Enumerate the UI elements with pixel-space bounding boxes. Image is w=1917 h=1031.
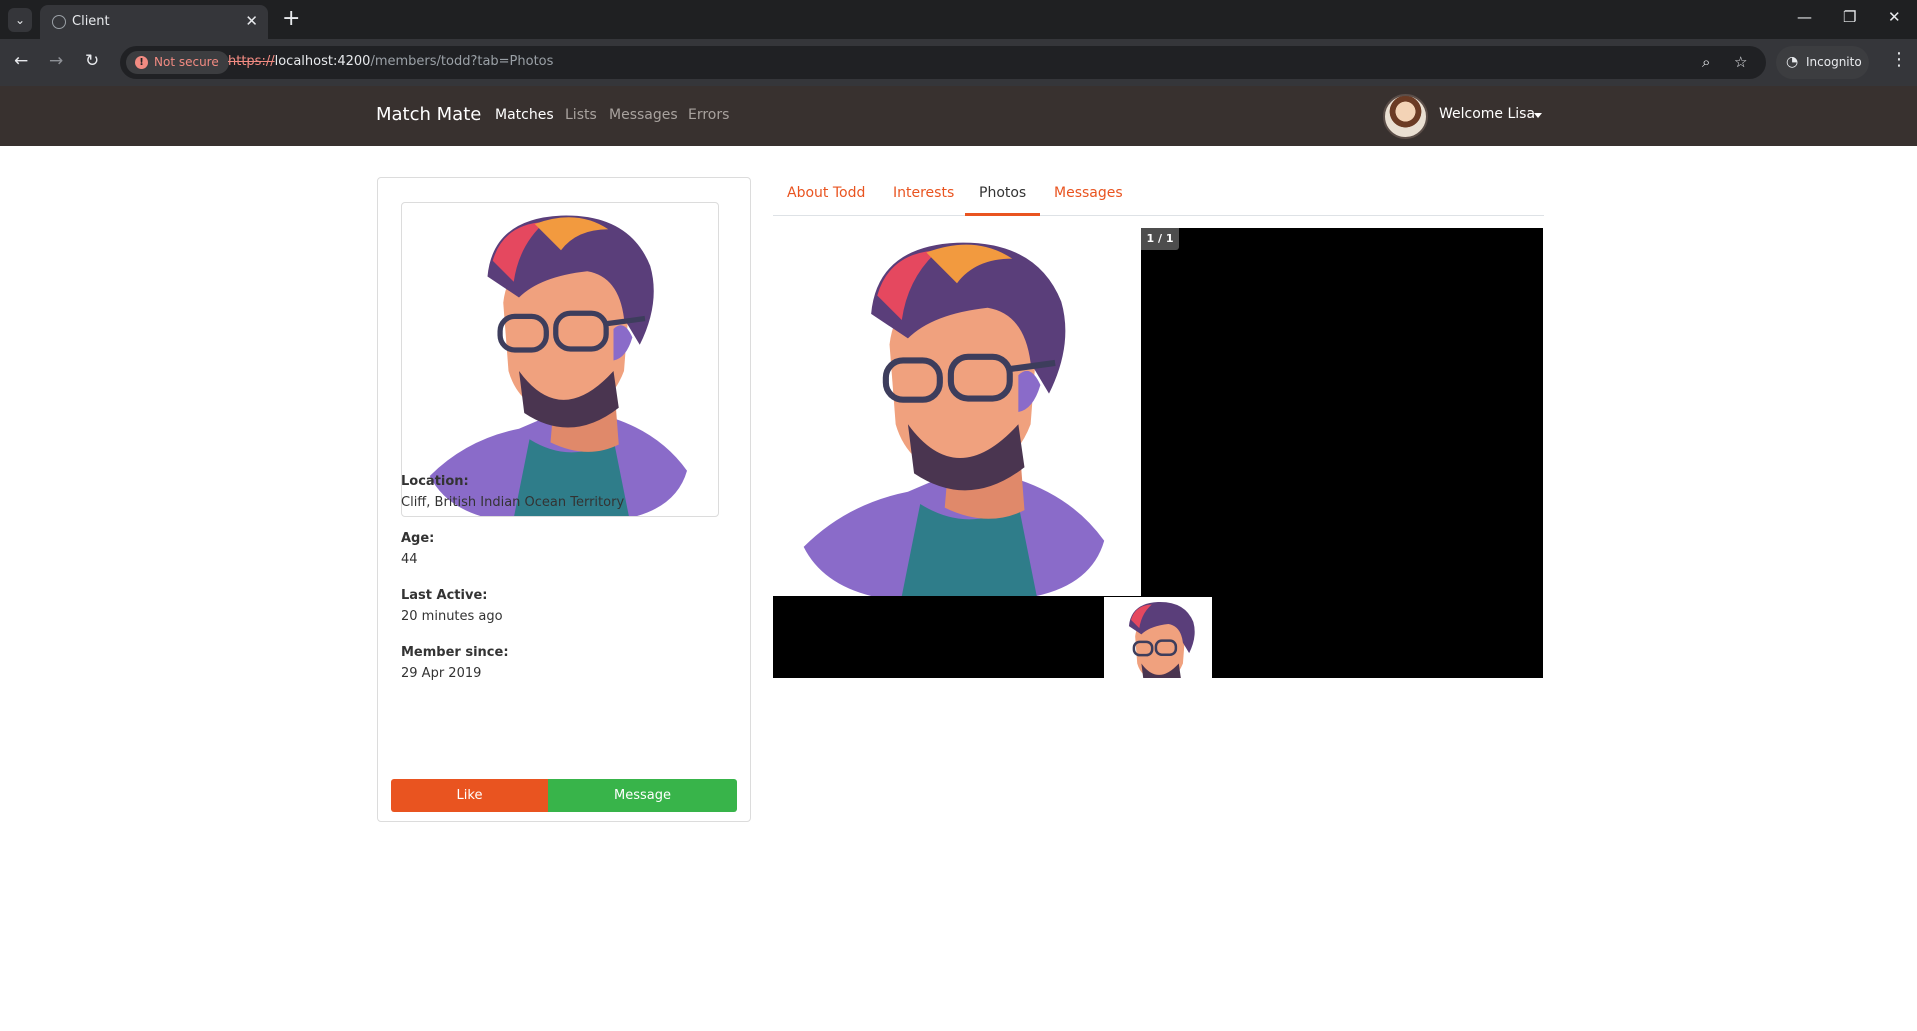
location-label: Location: bbox=[401, 474, 469, 489]
gallery-main-image[interactable] bbox=[773, 228, 1141, 596]
back-button[interactable]: ← bbox=[14, 51, 28, 71]
browser-toolbar: ← → ↻ ! Not secure https://localhost:420… bbox=[0, 39, 1917, 86]
location-value: Cliff, British Indian Ocean Territory bbox=[401, 495, 625, 510]
security-label: Not secure bbox=[154, 55, 219, 69]
brand-link[interactable]: Match Mate bbox=[376, 104, 481, 125]
age-value: 44 bbox=[401, 552, 418, 567]
gallery-counter: 1 / 1 bbox=[1141, 228, 1179, 250]
reload-button[interactable]: ↻ bbox=[85, 51, 99, 71]
gallery-portrait-illustration bbox=[803, 242, 1105, 596]
user-avatar[interactable] bbox=[1383, 94, 1428, 139]
restore-window-button[interactable]: ❐ bbox=[1843, 8, 1856, 26]
last-active-value: 20 minutes ago bbox=[401, 609, 503, 624]
tab-interests[interactable]: Interests bbox=[893, 185, 954, 201]
nav-link-messages[interactable]: Messages bbox=[609, 107, 678, 123]
nav-link-lists[interactable]: Lists bbox=[565, 107, 597, 123]
browser-tab[interactable]: Client ✕ bbox=[40, 5, 268, 39]
member-card: Location: Cliff, British Indian Ocean Te… bbox=[377, 177, 751, 822]
close-tab-icon[interactable]: ✕ bbox=[245, 12, 258, 30]
warning-icon: ! bbox=[135, 56, 148, 69]
new-tab-button[interactable]: + bbox=[282, 6, 300, 32]
tab-about[interactable]: About Todd bbox=[787, 185, 865, 201]
address-bar[interactable]: ! Not secure https://localhost:4200/memb… bbox=[120, 46, 1766, 79]
member-tabs: About Todd Interests Photos Messages bbox=[773, 177, 1544, 216]
incognito-icon: ◔ bbox=[1786, 54, 1799, 70]
user-menu-toggle[interactable]: Welcome Lisa bbox=[1439, 106, 1535, 122]
browser-tab-strip: ⌄ Client ✕ + — ❐ ✕ bbox=[0, 0, 1917, 39]
page-root: ⌄ Client ✕ + — ❐ ✕ ← → ↻ ! Not secure ht… bbox=[0, 0, 1917, 1031]
member-portrait-illustration bbox=[429, 215, 687, 516]
nav-link-matches[interactable]: Matches bbox=[495, 107, 554, 123]
browser-tab-title: Client bbox=[72, 14, 110, 29]
member-since-value: 29 Apr 2019 bbox=[401, 666, 482, 681]
last-active-label: Last Active: bbox=[401, 588, 488, 603]
active-tab-indicator bbox=[965, 213, 1040, 216]
close-window-button[interactable]: ✕ bbox=[1888, 8, 1901, 26]
globe-icon bbox=[52, 15, 66, 29]
browser-menu-icon[interactable]: ⋮ bbox=[1890, 49, 1908, 70]
app-navbar: Match Mate Matches Lists Messages Errors… bbox=[0, 86, 1917, 146]
thumbnail-portrait-illustration bbox=[1128, 601, 1195, 678]
photo-gallery: 1 / 1 bbox=[773, 228, 1543, 678]
url-host: localhost:4200 bbox=[274, 54, 371, 69]
member-photo bbox=[401, 202, 719, 517]
tab-messages[interactable]: Messages bbox=[1054, 185, 1123, 201]
url-text[interactable]: https://localhost:4200/members/todd?tab=… bbox=[228, 54, 553, 69]
tab-photos[interactable]: Photos bbox=[979, 185, 1026, 201]
nav-link-errors[interactable]: Errors bbox=[688, 107, 729, 123]
gallery-thumbnail[interactable] bbox=[1104, 597, 1212, 678]
tab-search-button[interactable]: ⌄ bbox=[8, 8, 32, 32]
url-scheme: https:// bbox=[228, 54, 275, 69]
minimize-window-button[interactable]: — bbox=[1797, 8, 1812, 26]
zoom-icon[interactable]: ⌕ bbox=[1702, 53, 1710, 71]
like-button[interactable]: Like bbox=[391, 779, 548, 812]
forward-button[interactable]: → bbox=[49, 51, 63, 71]
message-button[interactable]: Message bbox=[548, 779, 737, 812]
incognito-indicator[interactable]: ◔ Incognito bbox=[1776, 46, 1869, 79]
caret-down-icon[interactable] bbox=[1534, 113, 1542, 118]
security-chip[interactable]: ! Not secure bbox=[126, 51, 229, 74]
incognito-label: Incognito bbox=[1806, 55, 1862, 69]
age-label: Age: bbox=[401, 531, 435, 546]
url-path: /members/todd?tab=Photos bbox=[370, 54, 554, 69]
bookmark-star-icon[interactable]: ☆ bbox=[1734, 53, 1747, 71]
member-since-label: Member since: bbox=[401, 645, 509, 660]
